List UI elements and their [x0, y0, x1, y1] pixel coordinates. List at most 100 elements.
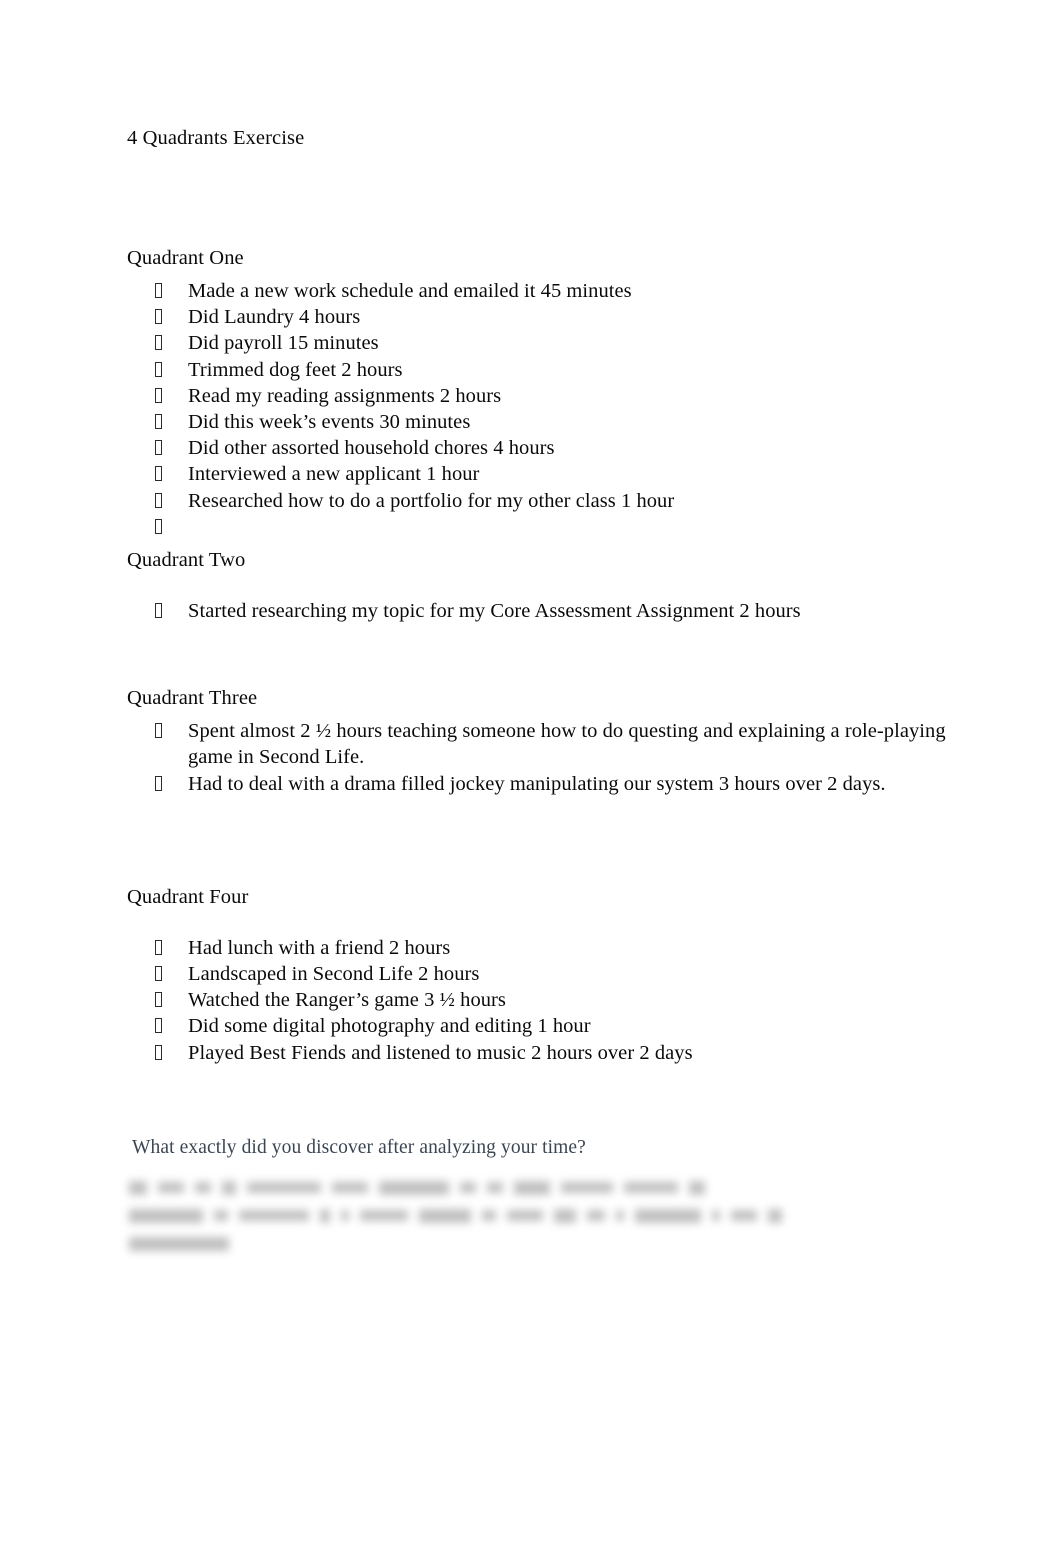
tofu-bullet-icon [155, 309, 162, 325]
tofu-bullet-icon [155, 283, 162, 298]
redacted-word [214, 1210, 228, 1222]
list-item: Researched how to do a portfolio for my … [127, 488, 957, 514]
redacted-word [332, 1182, 368, 1194]
redacted-word [635, 1208, 701, 1223]
redacted-word [514, 1180, 550, 1195]
list-item-text: Started researching my topic for my Core… [188, 600, 801, 623]
tofu-bullet-icon [155, 1044, 162, 1060]
redacted-word [731, 1210, 757, 1222]
list-item-text: Played Best Fiends and listened to music… [188, 1041, 693, 1064]
tofu-bullet-icon [155, 939, 162, 955]
redacted-word [379, 1180, 449, 1195]
redacted-word [129, 1236, 229, 1251]
list-item-text: Did this week’s events 30 minutes [188, 411, 471, 434]
redacted-word [768, 1208, 782, 1223]
redacted-word [195, 1182, 211, 1194]
tofu-bullet-icon [155, 335, 162, 351]
list-item: Watched the Ranger’s game 3 ½ hours [127, 987, 957, 1013]
tofu-bullet-icon [155, 440, 162, 456]
bullet-list-quadrant-three: Spent almost 2 ½ hours teaching someone … [127, 718, 957, 797]
list-item-text: Spent almost 2 ½ hours teaching someone … [188, 720, 946, 769]
list-item: Trimmed dog feet 2 hours [127, 357, 957, 383]
tofu-bullet-icon [155, 723, 162, 739]
bullet-list-quadrant-two: Started researching my topic for my Core… [127, 598, 957, 624]
list-item-text: Did Laundry 4 hours [188, 306, 361, 329]
list-item-text: Had to deal with a drama filled jockey m… [188, 772, 886, 795]
redacted-word [320, 1208, 330, 1223]
tofu-bullet-icon [155, 775, 162, 791]
redacted-answer-paragraph [127, 1174, 957, 1258]
list-item: Had to deal with a drama filled jockey m… [127, 771, 957, 797]
tofu-bullet-icon [155, 992, 162, 1008]
redacted-word [587, 1210, 605, 1222]
list-item: Made a new work schedule and emailed it … [127, 278, 957, 304]
list-item-text: Made a new work schedule and emailed it … [188, 280, 632, 302]
redacted-word [460, 1182, 476, 1194]
tofu-bullet-icon [155, 414, 162, 430]
tofu-bullet-icon [155, 466, 162, 482]
section-heading-quadrant-four: Quadrant Four [127, 885, 249, 908]
list-item: Did some digital photography and editing… [127, 1013, 957, 1039]
list-item: Had lunch with a friend 2 hours [127, 935, 957, 961]
list-item: Did other assorted household chores 4 ho… [127, 435, 957, 461]
tofu-bullet-icon [155, 966, 162, 982]
list-item-text: Landscaped in Second Life 2 hours [188, 963, 480, 986]
redacted-word [360, 1210, 408, 1222]
document-page: 4 Quadrants Exercise Quadrant One Made a… [0, 0, 1062, 1561]
redacted-word [487, 1182, 503, 1194]
tofu-bullet-icon [155, 492, 162, 508]
list-item-text: Researched how to do a portfolio for my … [188, 489, 675, 512]
redacted-word [689, 1180, 705, 1195]
list-item: Interviewed a new applicant 1 hour [127, 461, 957, 487]
redacted-word [616, 1210, 624, 1222]
list-item: Read my reading assignments 2 hours [127, 383, 957, 409]
list-item-text: Did other assorted household chores 4 ho… [188, 437, 555, 460]
redacted-word [419, 1208, 471, 1223]
list-item: Spent almost 2 ½ hours teaching someone … [127, 718, 957, 770]
list-item-text: Did some digital photography and editing… [188, 1015, 591, 1038]
redacted-line [129, 1202, 957, 1230]
redacted-line [129, 1230, 957, 1258]
redacted-word [624, 1182, 678, 1194]
redacted-word [341, 1210, 349, 1222]
redacted-word [482, 1210, 496, 1222]
section-heading-quadrant-one: Quadrant One [127, 247, 244, 269]
tofu-bullet-icon [155, 603, 162, 619]
section-heading-quadrant-two: Quadrant Two [127, 549, 246, 572]
list-item-text: Watched the Ranger’s game 3 ½ hours [188, 989, 506, 1012]
list-item-empty [127, 514, 957, 540]
title-spacer [127, 150, 957, 246]
list-item-text: Interviewed a new applicant 1 hour [188, 463, 480, 486]
tofu-bullet-icon [155, 387, 162, 403]
section-heading-quadrant-three: Quadrant Three [127, 687, 258, 710]
tofu-bullet-icon [155, 1018, 162, 1034]
redacted-word [129, 1180, 147, 1195]
redacted-word [554, 1208, 576, 1223]
list-item-text: Did payroll 15 minutes [188, 332, 379, 355]
list-item: Played Best Fiends and listened to music… [127, 1040, 957, 1066]
document-body: 4 Quadrants Exercise Quadrant One Made a… [127, 126, 957, 1258]
document-title: 4 Quadrants Exercise [127, 127, 305, 149]
redacted-word [239, 1210, 309, 1222]
redacted-word [507, 1210, 543, 1222]
list-item-text: Trimmed dog feet 2 hours [188, 358, 403, 381]
list-item: Started researching my topic for my Core… [127, 598, 957, 624]
redacted-word [561, 1182, 613, 1194]
redacted-word [222, 1180, 236, 1195]
redacted-word [712, 1210, 720, 1222]
redacted-word [158, 1182, 184, 1194]
list-item: Did Laundry 4 hours [127, 304, 957, 330]
reflection-question: What exactly did you discover after anal… [132, 1136, 586, 1158]
list-item-text: Had lunch with a friend 2 hours [188, 936, 451, 959]
list-item: Landscaped in Second Life 2 hours [127, 961, 957, 987]
